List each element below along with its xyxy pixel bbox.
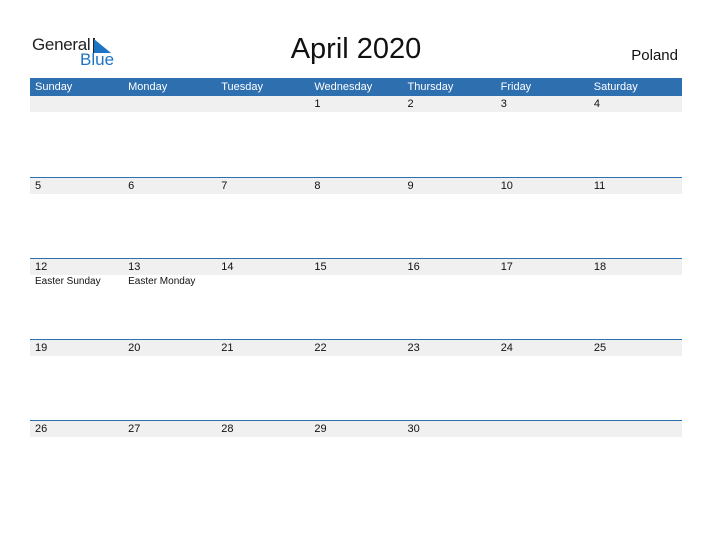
day-cell: 16 xyxy=(403,258,496,339)
day-number: 19 xyxy=(35,342,48,354)
day-cell: 1 xyxy=(309,96,402,177)
day-number: 14 xyxy=(221,261,234,273)
calendar-title: April 2020 xyxy=(290,33,422,65)
day-number: 10 xyxy=(500,180,513,192)
day-number: 27 xyxy=(128,423,141,435)
weekday-friday: Friday xyxy=(500,81,532,93)
day-cell: 17 xyxy=(496,258,589,339)
day-cell: 22 xyxy=(309,339,402,420)
day-number: 3 xyxy=(500,98,507,110)
day-cell xyxy=(216,96,309,177)
day-cell: 11 xyxy=(589,177,682,258)
weekday-saturday: Saturday xyxy=(593,81,638,93)
day-number: 12 xyxy=(35,261,48,273)
day-cell: 18 xyxy=(589,258,682,339)
day-cell: 27 xyxy=(123,420,216,501)
week-row: 1 2 3 4 xyxy=(30,96,682,177)
weekday-header: Sunday Monday Tuesday Wednesday Thursday… xyxy=(30,78,682,96)
day-cell: 10 xyxy=(496,177,589,258)
day-cell: 5 xyxy=(30,177,123,258)
day-number: 22 xyxy=(314,342,327,354)
day-number: 7 xyxy=(221,180,228,192)
day-cell: 6 xyxy=(123,177,216,258)
week-row: 5 6 7 8 9 10 11 xyxy=(30,177,682,258)
weekday-wednesday: Wednesday xyxy=(314,81,373,93)
day-number: 16 xyxy=(407,261,420,273)
day-cell: 30 xyxy=(403,420,496,501)
day-cell: 29 xyxy=(309,420,402,501)
day-cell: 8 xyxy=(309,177,402,258)
holiday-label: Easter Monday xyxy=(128,276,196,287)
day-cell: 3 xyxy=(496,96,589,177)
day-number: 6 xyxy=(128,180,135,192)
day-number: 29 xyxy=(314,423,327,435)
weekday-monday: Monday xyxy=(128,81,168,93)
day-cell: 2 xyxy=(403,96,496,177)
week-row: 19 20 21 22 23 24 25 xyxy=(30,339,682,420)
weekday-sunday: Sunday xyxy=(35,81,73,93)
day-number: 18 xyxy=(593,261,607,273)
day-number: 9 xyxy=(407,180,414,192)
day-cell: 4 xyxy=(589,96,682,177)
day-cell: 12 Easter Sunday xyxy=(30,258,123,339)
weekday-thursday: Thursday xyxy=(407,81,454,93)
day-number: 17 xyxy=(500,261,513,273)
day-number: 20 xyxy=(128,342,141,354)
day-cell xyxy=(30,96,123,177)
day-number: 25 xyxy=(593,342,607,354)
week-row: 12 Easter Sunday 13 Easter Monday 14 15 16 17 18 xyxy=(30,258,682,339)
day-cell: 14 xyxy=(216,258,309,339)
day-cell: 24 xyxy=(496,339,589,420)
day-cell: 20 xyxy=(123,339,216,420)
day-cell: 28 xyxy=(216,420,309,501)
day-cell: 15 xyxy=(309,258,402,339)
holiday-label: Easter Sunday xyxy=(35,276,101,287)
weekday-tuesday: Tuesday xyxy=(221,81,264,93)
day-number: 26 xyxy=(35,423,48,435)
day-number: 2 xyxy=(407,98,414,110)
day-cell: 19 xyxy=(30,339,123,420)
day-number: 4 xyxy=(593,98,600,110)
day-cell xyxy=(123,96,216,177)
day-cell: 26 xyxy=(30,420,123,501)
day-number: 13 xyxy=(128,261,141,273)
day-cell: 9 xyxy=(403,177,496,258)
country-label: Poland xyxy=(631,47,678,64)
day-number: 30 xyxy=(407,423,420,435)
day-number: 28 xyxy=(221,423,234,435)
day-number: 8 xyxy=(314,180,321,192)
day-number: 23 xyxy=(407,342,420,354)
day-number: 24 xyxy=(500,342,513,354)
week-row: 26 27 28 29 30 xyxy=(30,420,682,501)
day-number: 15 xyxy=(314,261,327,273)
day-number: 1 xyxy=(314,98,321,110)
day-cell: 7 xyxy=(216,177,309,258)
day-cell: 13 Easter Monday xyxy=(123,258,216,339)
day-cell xyxy=(589,420,682,501)
day-cell xyxy=(496,420,589,501)
day-number: 5 xyxy=(35,180,42,192)
day-cell: 21 xyxy=(216,339,309,420)
day-number: 21 xyxy=(221,342,234,354)
day-number: 11 xyxy=(593,180,606,192)
day-cell: 25 xyxy=(589,339,682,420)
day-cell: 23 xyxy=(403,339,496,420)
